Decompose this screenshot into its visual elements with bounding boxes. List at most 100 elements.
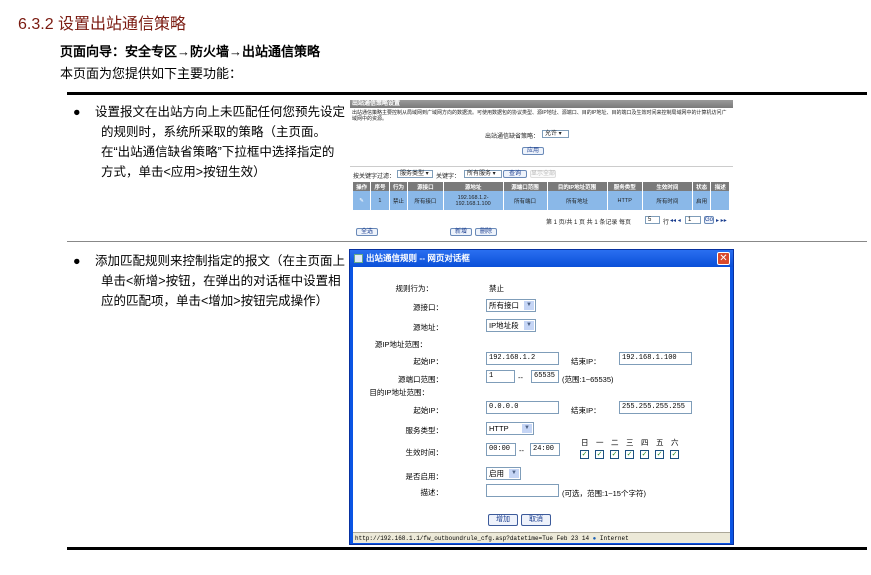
feature-line: 在“出站通信缺省策略”下拉框中选择指定的 <box>101 145 335 159</box>
weekday-label: 五 <box>656 438 664 447</box>
column-header: 生效时间 <box>642 182 693 191</box>
keyword-label: 关键字： <box>436 174 461 180</box>
service-select[interactable]: HTTP ▼ <box>486 422 534 435</box>
src-start-ip-input[interactable]: 192.168.1.2 <box>486 352 559 365</box>
go-button[interactable]: Go <box>704 216 714 224</box>
globe-icon: ● <box>592 535 597 542</box>
time-end-input[interactable]: 24:00 <box>530 443 560 456</box>
time-start-input[interactable]: 00:00 <box>486 443 516 456</box>
cell-desc <box>710 191 730 210</box>
desc-input[interactable] <box>486 484 559 497</box>
first-prev-icon[interactable]: ◂◂ ◂ <box>670 217 681 224</box>
cell-src-port: 所有端口 <box>503 191 548 210</box>
dst-range-label: 目的IP地址范围： <box>369 388 429 397</box>
desc-label: 描述： <box>420 488 444 497</box>
src-addr-select[interactable]: IP地址段 ▼ <box>486 319 536 332</box>
status-url: http://192.168.1.1/fw_outboundrule_cfg.a… <box>355 535 590 542</box>
select-value: 服务类型 <box>400 171 425 177</box>
page-input[interactable]: 1 <box>685 216 701 224</box>
range-separator: -- <box>518 373 523 382</box>
weekday-checkbox[interactable]: ✓ <box>595 450 604 459</box>
status-zone: Internet <box>599 535 629 542</box>
select-value: 所有接口 <box>489 301 519 310</box>
select-value: HTTP <box>489 424 509 433</box>
weekday-checkbox[interactable]: ✓ <box>610 450 619 459</box>
show-all-button[interactable]: 显示全部 <box>530 170 556 178</box>
column-header: 行为 <box>389 182 409 191</box>
cell-src-addr: 192.168.1.2-192.168.1.100 <box>443 191 504 210</box>
search-button[interactable]: 查询 <box>503 170 527 178</box>
weekday-checkbox[interactable]: ✓ <box>655 450 664 459</box>
weekday-checkbox[interactable]: ✓ <box>670 450 679 459</box>
section-title: 6.3.2 设置出站通信策略 <box>18 16 187 33</box>
cell-action: 禁止 <box>389 191 409 210</box>
rules-table: 操作 序号 行为 源接口 源地址 源端口范围 目的IP地址范围 服务类型 生效时… <box>353 182 730 210</box>
panel-title: 出站通信策略设置 <box>350 100 733 108</box>
weekday-checkbox[interactable]: ✓ <box>640 450 649 459</box>
next-last-icon[interactable]: ▸ ▸▸ <box>716 217 727 224</box>
cell-time: 所有时间 <box>642 191 693 210</box>
dialog-body: 规则行为： 禁止 源接口： 所有接口 ▼ 源地址： IP地址段 ▼ 源IP地址范围：… <box>353 267 730 535</box>
per-page-input[interactable]: 5 <box>645 216 660 224</box>
cell-src-if: 所有接口 <box>407 191 444 210</box>
rule-action-label: 规则行为： <box>395 284 434 293</box>
table-row: ✎ 1 禁止 所有接口 192.168.1.2-192.168.1.100 所有… <box>353 191 730 210</box>
column-header: 源端口范围 <box>503 182 548 191</box>
keyword-select[interactable]: 所有服务 ▾ <box>464 170 502 178</box>
select-all-button[interactable]: 全选 <box>356 228 378 236</box>
src-port-start-input[interactable]: 1 <box>486 370 515 383</box>
column-header: 序号 <box>370 182 390 191</box>
weekday-label: 一 <box>596 438 604 447</box>
src-start-ip-label: 起始IP： <box>413 357 443 366</box>
cell-index: 1 <box>370 191 390 210</box>
bullet-icon: ● <box>73 105 81 119</box>
default-policy-select[interactable]: 允许 ▾ <box>542 130 569 138</box>
apply-button[interactable]: 应用 <box>522 147 544 155</box>
weekday-label: 六 <box>671 438 679 447</box>
filter-field-select[interactable]: 服务类型 ▾ <box>397 170 433 178</box>
src-port-end-input[interactable]: 65535 <box>531 370 559 383</box>
cancel-button[interactable]: 取消 <box>521 514 551 526</box>
close-icon[interactable]: ✕ <box>717 252 730 265</box>
weekday-checkbox[interactable]: ✓ <box>625 450 634 459</box>
dst-start-ip-input[interactable]: 0.0.0.0 <box>486 401 559 414</box>
dst-end-ip-label: 结束IP： <box>571 406 601 415</box>
enable-select[interactable]: 启用 ▼ <box>486 467 521 480</box>
divider <box>350 166 733 167</box>
src-range-label: 源IP地址范围： <box>374 340 427 349</box>
weekday-label: 日 <box>581 438 589 447</box>
edit-icon[interactable]: ✎ <box>353 191 372 210</box>
weekday-label: 三 <box>626 438 634 447</box>
select-value: IP地址段 <box>489 321 519 330</box>
delete-button[interactable]: 删除 <box>475 228 497 236</box>
time-label: 生效时间： <box>405 448 444 457</box>
main-page-screenshot: 出站通信策略设置 出站通信策略主要控制从局域网到广域网方向的数据流。可使用数据包… <box>350 100 733 238</box>
dst-end-ip-input[interactable]: 255.255.255.255 <box>619 401 692 414</box>
column-header: 服务类型 <box>607 182 643 191</box>
src-end-ip-input[interactable]: 192.168.1.100 <box>619 352 692 365</box>
weekday-checkbox[interactable]: ✓ <box>580 450 589 459</box>
column-header: 操作 <box>353 182 372 191</box>
column-header: 源地址 <box>443 182 504 191</box>
default-policy-label: 出站通信缺省策略： <box>485 134 540 140</box>
chevron-down-icon: ▼ <box>509 469 519 478</box>
pagination-info: 第 1 页/共 1 页 共 1 条记录 每页 <box>546 220 632 226</box>
page-navigation: 页面向导：安全专区→防火墙→出站通信策略 <box>60 44 321 59</box>
panel-description: 出站通信策略主要控制从局域网到广域网方向的数据流。可使用数据包的协议类型、源IP… <box>352 110 727 122</box>
dialog-title: 出站通信规则 -- 网页对话框 <box>350 250 733 267</box>
src-if-select[interactable]: 所有接口 ▼ <box>486 299 536 312</box>
row-divider <box>67 241 867 242</box>
intro-text: 本页面为您提供如下主要功能： <box>60 66 243 81</box>
src-if-label: 源接口： <box>413 303 443 312</box>
src-addr-label: 源地址： <box>413 323 443 332</box>
table-bottom-rule <box>67 547 867 550</box>
rule-action-value: 禁止 <box>489 284 504 293</box>
add-button[interactable]: 增加 <box>488 514 518 526</box>
new-button[interactable]: 新增 <box>450 228 472 236</box>
feature-line: 单击<新增>按钮，在弹出的对话框中设置相 <box>101 274 341 288</box>
column-header: 状态 <box>692 182 712 191</box>
enable-label: 是否启用： <box>405 472 444 481</box>
bullet-icon: ● <box>73 254 81 268</box>
feature-1: ● 设置报文在出站方向上未匹配任何您预先设定 的规则时，系统所采取的策略（主页面… <box>73 102 365 182</box>
feature-line: 添加匹配规则来控制指定的报文（在主页面上 <box>95 254 346 268</box>
